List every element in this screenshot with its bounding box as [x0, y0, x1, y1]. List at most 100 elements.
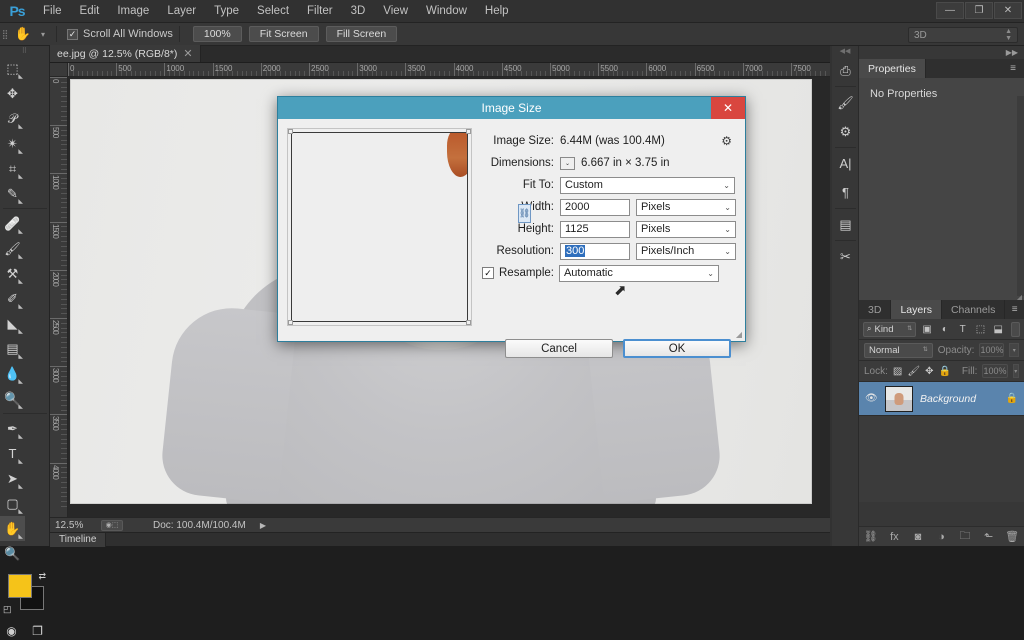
new-layer-icon[interactable]: ⬑: [980, 530, 998, 543]
close-document-icon[interactable]: ✕: [183, 47, 192, 60]
tab-3d[interactable]: 3D: [859, 300, 891, 319]
document-tab[interactable]: ee.jpg @ 12.5% (RGB/8*) ✕: [50, 45, 201, 62]
hand-tool-icon[interactable]: ✋: [10, 23, 36, 46]
dialog-resize-handle[interactable]: ◢: [736, 330, 742, 339]
height-input[interactable]: 1125: [560, 221, 630, 238]
width-input[interactable]: 2000: [560, 199, 630, 216]
toolbar-grip-icon[interactable]: ⠿: [0, 46, 49, 56]
filter-pixel-icon[interactable]: ▣: [920, 322, 934, 337]
preview-handle-br[interactable]: [466, 320, 471, 325]
screen-mode-icon[interactable]: ❐: [28, 622, 48, 640]
rectangle-tool[interactable]: ▢◣: [0, 491, 25, 516]
link-layers-icon[interactable]: ⛓: [862, 530, 880, 543]
filter-type-icon[interactable]: T: [956, 322, 970, 337]
layer-thumbnail[interactable]: [885, 386, 913, 412]
menu-file[interactable]: File: [34, 0, 71, 23]
eraser-tool[interactable]: ◣◣: [0, 311, 25, 336]
adjustments-icon[interactable]: ⚙: [832, 117, 859, 146]
fill-screen-button[interactable]: Fill Screen: [326, 26, 398, 42]
fit-screen-button[interactable]: Fit Screen: [249, 26, 319, 42]
dialog-close-button[interactable]: ✕: [711, 97, 745, 119]
preview-handle-tl[interactable]: [288, 129, 293, 134]
opacity-value[interactable]: 100%: [979, 343, 1004, 357]
menu-type[interactable]: Type: [205, 0, 248, 23]
status-chevron-icon[interactable]: ▶: [260, 521, 266, 530]
preview-handle-bl[interactable]: [288, 320, 293, 325]
filter-shape-icon[interactable]: ⬚: [974, 322, 988, 337]
menu-help[interactable]: Help: [476, 0, 518, 23]
new-group-icon[interactable]: 🗀: [956, 527, 974, 546]
history-brush-tool[interactable]: ✐◣: [0, 286, 25, 311]
dialog-title-bar[interactable]: Image Size ✕: [278, 97, 745, 119]
dock-expand-icon[interactable]: ▶▶: [859, 46, 1024, 59]
layer-name[interactable]: Background: [920, 393, 976, 405]
image-preview[interactable]: [287, 128, 472, 326]
tab-properties[interactable]: Properties: [859, 59, 926, 78]
styles-icon[interactable]: ▤: [832, 210, 859, 239]
marquee-tool[interactable]: ⬚◣: [0, 56, 25, 81]
tool-preset-chevron-down-icon[interactable]: ▾: [36, 23, 50, 46]
hand-tool[interactable]: ✋◣: [0, 516, 25, 541]
resolution-input[interactable]: 300: [560, 243, 630, 260]
quick-selection-tool[interactable]: ✴◣: [0, 131, 25, 156]
dodge-tool[interactable]: 🔍◣: [0, 386, 25, 411]
layer-mask-icon[interactable]: ◙: [909, 531, 927, 543]
opacity-chevron-down-icon[interactable]: ▾: [1009, 343, 1019, 357]
resample-select[interactable]: Automatic ⌄: [559, 265, 719, 282]
filter-kind-select[interactable]: ⌕ Kind ⇅: [863, 322, 916, 337]
blend-mode-select[interactable]: Normal ⇅: [864, 343, 933, 358]
layer-style-icon[interactable]: fx: [885, 531, 903, 543]
resolution-unit-select[interactable]: Pixels/Inch ⌄: [636, 243, 736, 260]
menu-3d[interactable]: 3D: [342, 0, 375, 23]
layer-visibility-icon[interactable]: 👁: [865, 393, 878, 404]
ruler-corner[interactable]: [50, 63, 68, 77]
fill-chevron-down-icon[interactable]: ▾: [1013, 364, 1020, 378]
width-unit-select[interactable]: Pixels ⌄: [636, 199, 736, 216]
lock-all-icon[interactable]: 🔒: [938, 364, 950, 379]
eyedropper-tool[interactable]: ✎◣: [0, 181, 25, 206]
menu-image[interactable]: Image: [108, 0, 158, 23]
vertical-ruler[interactable]: 05001000150020002500300035004000: [50, 77, 68, 517]
height-unit-select[interactable]: Pixels ⌄: [636, 221, 736, 238]
constrain-proportions-icon[interactable]: ⛓: [518, 204, 531, 223]
lock-transparent-pixels-icon[interactable]: ▨: [893, 364, 902, 379]
zoom-level-field[interactable]: 12.5%: [55, 520, 93, 531]
scroll-all-windows-checkbox[interactable]: ✓ Scroll All Windows: [63, 28, 173, 40]
preview-handle-tr[interactable]: [466, 129, 471, 134]
close-button[interactable]: ✕: [994, 2, 1022, 19]
fill-value[interactable]: 100%: [982, 364, 1007, 378]
menu-select[interactable]: Select: [248, 0, 298, 23]
resample-checkbox[interactable]: ✓: [482, 267, 494, 279]
healing-brush-tool[interactable]: 🩹◣: [0, 211, 25, 236]
minimize-button[interactable]: —: [936, 2, 964, 19]
quick-mask-icon[interactable]: ◉: [2, 622, 22, 640]
move-tool[interactable]: ✥: [0, 81, 25, 106]
history-icon[interactable]: ⎙: [832, 56, 859, 85]
ok-button[interactable]: OK: [623, 339, 731, 358]
lock-image-pixels-icon[interactable]: 🖌: [907, 364, 920, 379]
zoom-100-button[interactable]: 100%: [193, 26, 242, 42]
list-item[interactable]: 👁 Background 🔒: [859, 382, 1024, 416]
brush-presets-icon[interactable]: 🖌: [832, 88, 859, 117]
filter-enable-toggle[interactable]: [1011, 322, 1020, 337]
pen-tool[interactable]: ✒◣: [0, 416, 25, 441]
tab-channels[interactable]: Channels: [942, 300, 1005, 319]
clone-stamp-tool[interactable]: ⚒◣: [0, 261, 25, 286]
lasso-tool[interactable]: 𝒫◣: [0, 106, 25, 131]
character-icon[interactable]: A|: [832, 149, 859, 178]
menu-window[interactable]: Window: [417, 0, 476, 23]
gear-icon[interactable]: ⚙: [721, 134, 736, 148]
paragraph-icon[interactable]: ¶: [832, 178, 859, 207]
menu-view[interactable]: View: [374, 0, 417, 23]
menu-edit[interactable]: Edit: [71, 0, 109, 23]
zoom-tool[interactable]: 🔍: [0, 541, 25, 566]
fit-to-select[interactable]: Custom ⌄: [560, 177, 735, 194]
filter-adjustment-icon[interactable]: ◐: [938, 322, 952, 337]
menu-filter[interactable]: Filter: [298, 0, 342, 23]
foreground-color-swatch[interactable]: [8, 574, 32, 598]
gradient-tool[interactable]: ▤◣: [0, 336, 25, 361]
path-selection-tool[interactable]: ➤◣: [0, 466, 25, 491]
type-tool[interactable]: T◣: [0, 441, 25, 466]
lock-position-icon[interactable]: ✥: [925, 364, 933, 379]
cancel-button[interactable]: Cancel: [505, 339, 613, 358]
